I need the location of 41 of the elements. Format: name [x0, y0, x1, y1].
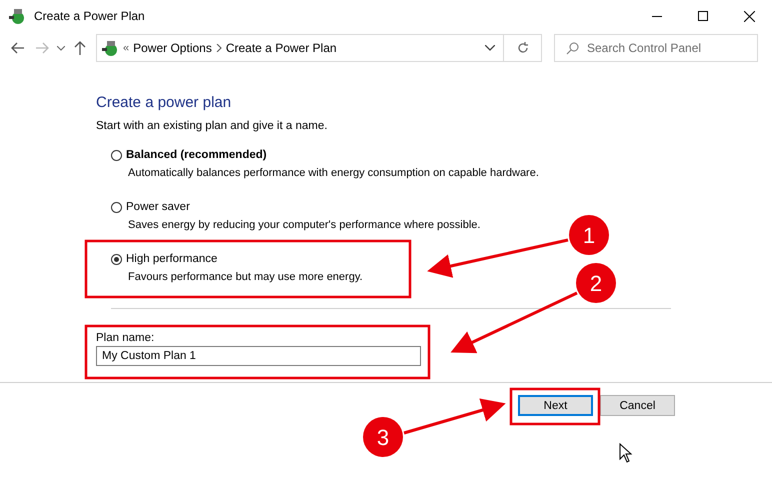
search-field[interactable]: Search Control Panel [554, 34, 758, 62]
plan-name-label: Plan name: [96, 331, 156, 345]
radio-button[interactable] [111, 254, 122, 264]
plan-description: Automatically balances performance with energy consumption on capable hardware. [128, 166, 539, 180]
breadcrumb-overflow[interactable]: « [123, 41, 130, 55]
maximize-icon [698, 11, 708, 21]
cancel-button[interactable]: Cancel [600, 395, 675, 416]
refresh-button[interactable] [504, 34, 542, 62]
step-badge [363, 417, 403, 457]
window-title: Create a Power Plan [34, 9, 146, 23]
plan-description: Favours performance but may use more energy. [128, 270, 363, 284]
step-number: 2 [590, 271, 602, 296]
plan-description: Saves energy by reducing your computer's performance where possible. [128, 218, 480, 232]
plan-option-label[interactable]: High performance [126, 252, 218, 266]
intro-text: Start with an existing plan and give it a name. [96, 119, 328, 133]
breadcrumb[interactable]: Create a Power Plan [222, 41, 341, 55]
step-number: 1 [582, 223, 596, 248]
radio-button[interactable] [111, 150, 122, 160]
chevron-icon [216, 44, 222, 52]
close-icon [744, 10, 754, 22]
battery-plug-icon [101, 39, 119, 57]
back-arrow-icon [11, 42, 25, 54]
next-button[interactable]: Next [518, 395, 593, 416]
refresh-icon [516, 42, 528, 54]
breadcrumb[interactable]: Power Options [129, 41, 216, 55]
up-arrow-icon [74, 41, 86, 55]
forward-arrow-icon [35, 42, 49, 54]
search-icon [566, 42, 579, 55]
plan-option-label[interactable]: Power saver [126, 200, 190, 214]
step-badge [576, 263, 616, 303]
caret-icon [57, 46, 65, 50]
page-heading: Create a power plan [96, 94, 232, 112]
step-badge [569, 215, 609, 255]
radio-button[interactable] [111, 202, 122, 212]
mouse-cursor-icon [619, 443, 633, 463]
dropdown-caret-icon[interactable] [485, 45, 495, 51]
battery-plug-icon [8, 7, 26, 25]
plan-option-label[interactable]: Balanced (recommended) [126, 148, 267, 162]
address-bar[interactable]: « Power Options Create a Power Plan [96, 34, 504, 62]
step-number: 3 [376, 425, 390, 450]
plan-name-field[interactable]: My Custom Plan 1 [96, 346, 421, 366]
